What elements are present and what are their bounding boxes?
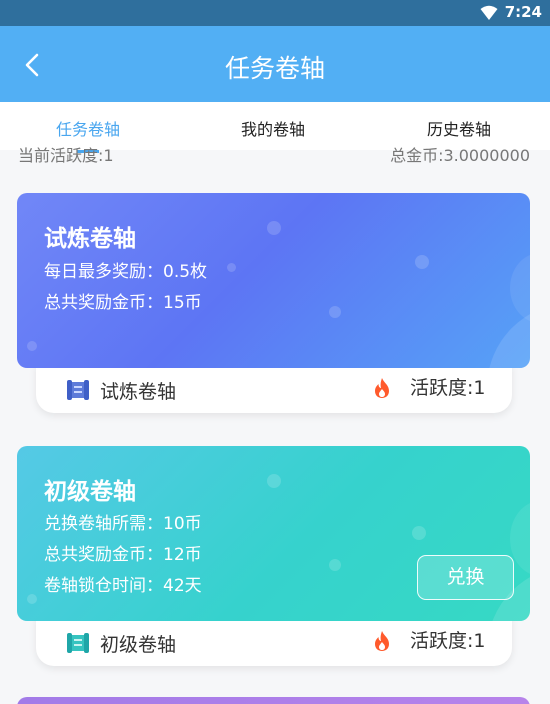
decor-arc xyxy=(510,253,530,323)
basic-total-reward: 总共奖励金币：12币 xyxy=(44,545,202,565)
total-coins: 总金币:3.0000000 xyxy=(390,146,530,165)
next-scroll-card[interactable] xyxy=(17,697,530,704)
decor-bubble xyxy=(267,474,281,488)
fire-icon xyxy=(375,378,389,398)
tab-my-scrolls[interactable]: 我的卷轴 xyxy=(203,116,343,140)
basic-lock-duration: 卷轴锁仓时间：42天 xyxy=(44,576,202,596)
trial-daily-max-reward: 每日最多奖励：0.5枚 xyxy=(44,262,208,282)
scroll-icon xyxy=(67,380,89,400)
current-activity: 当前活跃度:1 xyxy=(18,146,114,165)
wifi-icon xyxy=(480,5,498,20)
basic-card-title: 初级卷轴 xyxy=(44,479,136,505)
trial-scroll-name: 试炼卷轴 xyxy=(100,381,177,403)
fire-icon xyxy=(375,631,389,651)
trial-scroll-footer: 试炼卷轴 活跃度:1 xyxy=(36,363,512,413)
trial-total-reward: 总共奖励金币：15币 xyxy=(44,293,202,313)
basic-scroll-activity: 活跃度:1 xyxy=(410,630,486,652)
status-bar: 7:24 xyxy=(0,0,550,26)
trial-card-title: 试炼卷轴 xyxy=(44,226,136,252)
basic-exchange-cost: 兑换卷轴所需：10币 xyxy=(44,514,202,534)
decor-bubble xyxy=(27,594,37,604)
decor-bubble xyxy=(267,221,281,235)
tab-history-scrolls[interactable]: 历史卷轴 xyxy=(389,116,529,140)
page-title: 任务卷轴 xyxy=(224,54,325,83)
summary-row: 当前活跃度:1 总金币:3.0000000 xyxy=(0,146,550,170)
status-time: 7:24 xyxy=(504,3,542,21)
decor-bubble xyxy=(412,526,426,540)
decor-bubble xyxy=(27,341,37,351)
basic-scroll-footer: 初级卷轴 活跃度:1 xyxy=(36,616,512,666)
exchange-button[interactable]: 兑换 xyxy=(417,555,514,600)
tab-bar: 任务卷轴 我的卷轴 历史卷轴 xyxy=(0,102,550,153)
decor-bubble xyxy=(329,306,341,318)
basic-scroll-name: 初级卷轴 xyxy=(100,634,177,656)
basic-scroll-card[interactable]: 初级卷轴 兑换卷轴所需：10币 总共奖励金币：12币 卷轴锁仓时间：42天 兑换 xyxy=(17,446,530,621)
trial-scroll-card[interactable]: 试炼卷轴 每日最多奖励：0.5枚 总共奖励金币：15币 xyxy=(17,193,530,368)
decor-bubble xyxy=(415,255,429,269)
tab-task-scrolls[interactable]: 任务卷轴 xyxy=(18,116,158,140)
decor-bubble xyxy=(329,559,341,571)
trial-scroll-activity: 活跃度:1 xyxy=(410,377,486,399)
app-header: 任务卷轴 xyxy=(0,26,550,102)
decor-bubble xyxy=(227,263,236,272)
scroll-icon xyxy=(67,633,89,653)
